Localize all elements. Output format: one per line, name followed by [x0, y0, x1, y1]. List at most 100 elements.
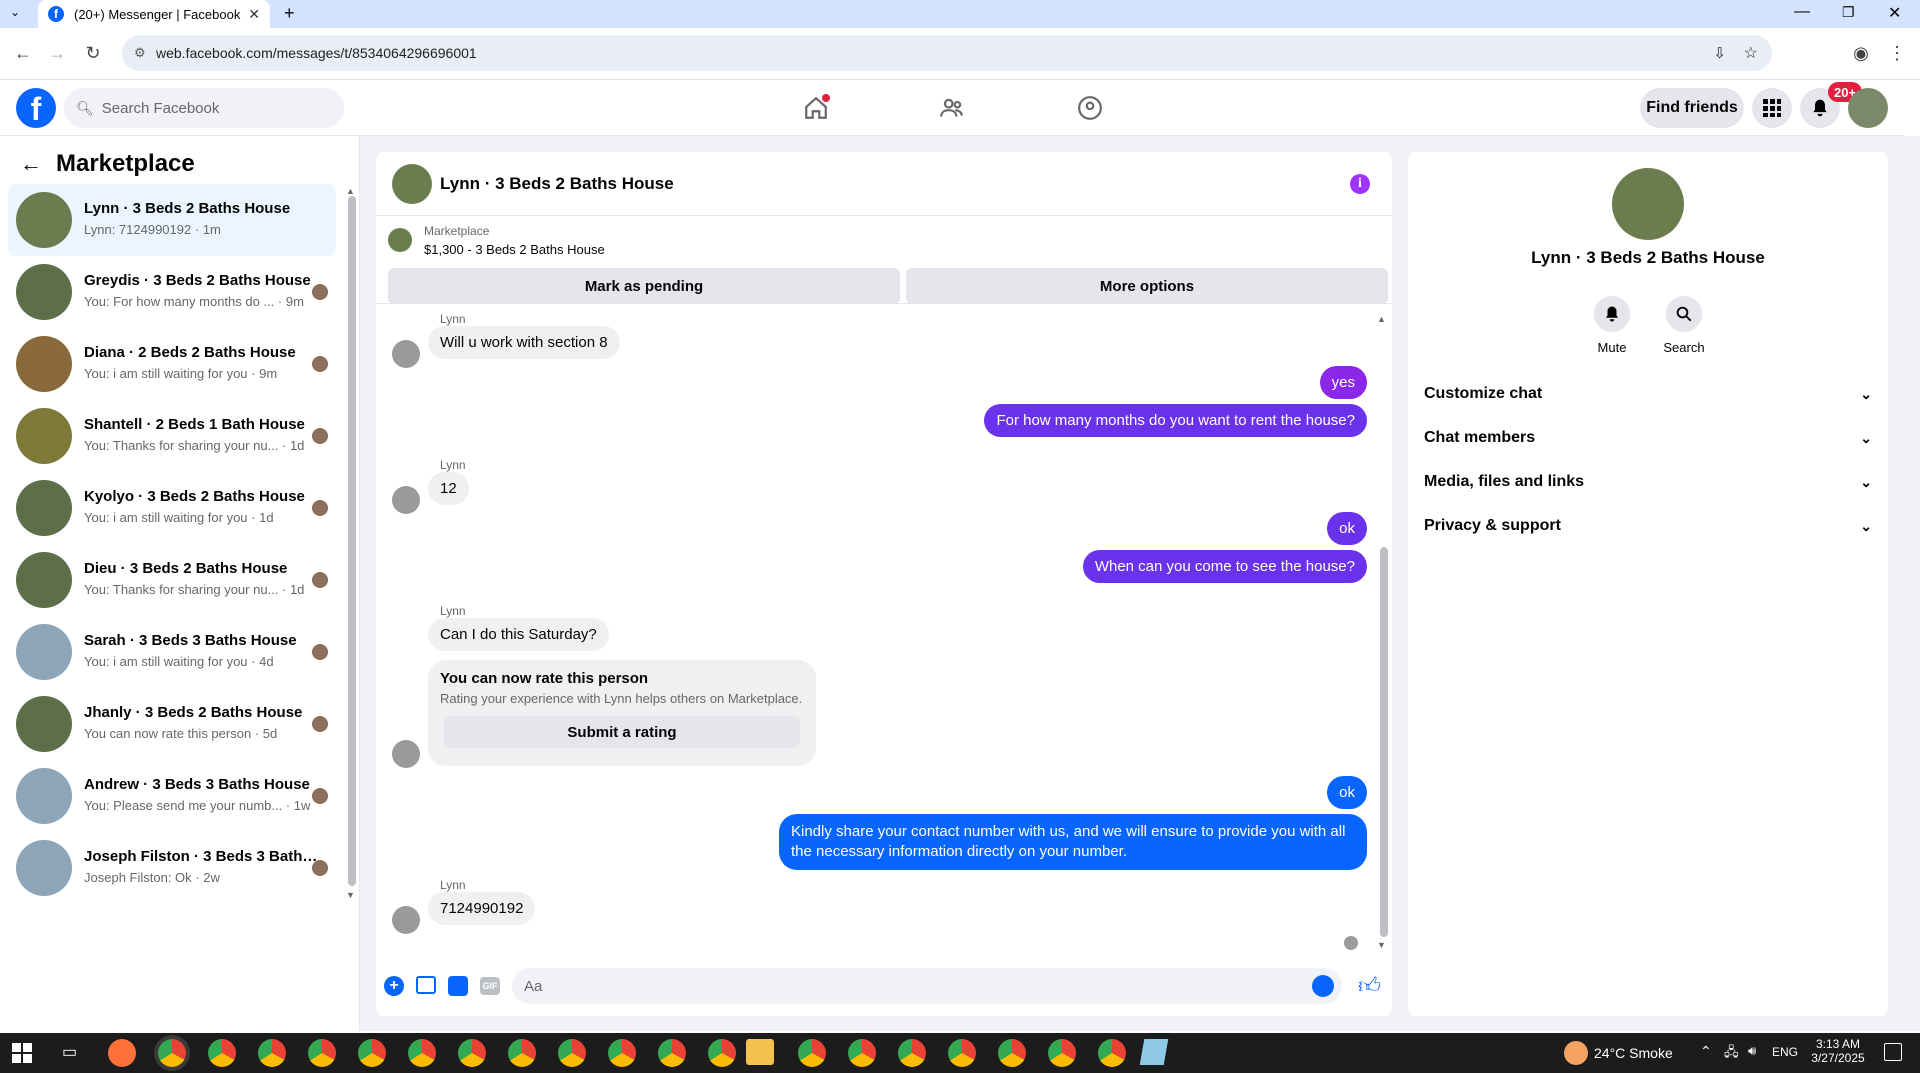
mark-pending-button[interactable]: Mark as pending — [388, 268, 900, 304]
chrome-taskbar-icon[interactable] — [608, 1039, 636, 1067]
incoming-message[interactable]: 7124990192 — [428, 892, 536, 925]
photo-icon[interactable] — [416, 976, 436, 994]
chrome-taskbar-icon[interactable] — [458, 1039, 486, 1067]
conversation-item[interactable]: Kyolyo · 3 Beds 2 Baths House You: i am s… — [8, 472, 336, 544]
weather-text[interactable]: 24°C Smoke — [1594, 1045, 1673, 1061]
conversation-item[interactable]: Greydis · 3 Beds 2 Baths House You: For h… — [8, 256, 336, 328]
more-options-button[interactable]: More options — [906, 268, 1388, 304]
profile-icon[interactable]: ◉ — [1848, 40, 1874, 66]
chrome-taskbar-icon[interactable] — [208, 1039, 236, 1067]
chrome-taskbar-icon[interactable] — [308, 1039, 336, 1067]
chat-members-section[interactable]: Chat members ⌄ — [1424, 416, 1872, 460]
bookmark-star-icon[interactable]: ☆ — [1744, 43, 1758, 63]
home-icon[interactable] — [796, 88, 836, 128]
install-icon[interactable]: ⇩ — [1713, 44, 1726, 62]
mute-button[interactable]: Mute — [1576, 296, 1648, 355]
scroll-up-icon[interactable]: ▲ — [1377, 314, 1386, 324]
tab-list-icon[interactable]: ⌄ — [10, 5, 20, 19]
new-tab-icon[interactable]: + — [284, 3, 295, 24]
task-view-icon[interactable]: ▭ — [62, 1042, 77, 1062]
chrome-taskbar-icon[interactable] — [848, 1039, 876, 1067]
message-input[interactable]: Aa — [512, 968, 1342, 1004]
account-avatar[interactable] — [1848, 88, 1888, 128]
sender-avatar[interactable] — [392, 486, 420, 514]
outgoing-message[interactable]: ok — [1327, 776, 1367, 809]
scroll-down-icon[interactable]: ▼ — [346, 890, 355, 900]
file-explorer-icon[interactable] — [746, 1039, 774, 1065]
sender-avatar[interactable] — [392, 340, 420, 368]
conversation-item[interactable]: Dieu · 3 Beds 2 Baths House You: Thanks f… — [8, 544, 336, 616]
conversation-item[interactable]: Jhanly · 3 Beds 2 Baths House You can now… — [8, 688, 336, 760]
sender-avatar[interactable] — [392, 906, 420, 934]
scroll-up-icon[interactable]: ▲ — [346, 186, 355, 196]
outgoing-message[interactable]: Kindly share your contact number with us… — [779, 814, 1367, 870]
chrome-taskbar-icon[interactable] — [798, 1039, 826, 1067]
outgoing-message[interactable]: yes — [1319, 366, 1367, 399]
site-info-icon[interactable]: ⚙ — [134, 45, 146, 61]
network-icon[interactable]: 🖧 — [1724, 1043, 1739, 1065]
chrome-taskbar-icon[interactable] — [948, 1039, 976, 1067]
conversation-item[interactable]: Andrew · 3 Beds 3 Baths House You: Please… — [8, 760, 336, 832]
conversation-item[interactable]: Shantell · 2 Beds 1 Bath House You: Thank… — [8, 400, 336, 472]
browser-menu-icon[interactable]: ⋮ — [1884, 40, 1910, 66]
chrome-taskbar-icon[interactable] — [998, 1039, 1026, 1067]
clock[interactable]: 3:13 AM 3/27/2025 — [1808, 1037, 1868, 1065]
incoming-message[interactable]: 12 — [428, 472, 469, 505]
close-tab-icon[interactable]: ✕ — [248, 6, 260, 23]
thumbs-up-icon[interactable]: 👍︎ — [1358, 972, 1381, 999]
groups-icon[interactable] — [1070, 88, 1110, 128]
search-chat-button[interactable]: Search — [1648, 296, 1720, 355]
restore-icon[interactable]: ❐ — [1842, 4, 1855, 21]
privacy-support-section[interactable]: Privacy & support ⌄ — [1424, 504, 1872, 548]
chrome-taskbar-icon[interactable] — [898, 1039, 926, 1067]
details-avatar[interactable] — [1612, 168, 1684, 240]
chrome-taskbar-icon[interactable] — [358, 1039, 386, 1067]
emoji-icon[interactable] — [1312, 975, 1334, 997]
customize-chat-section[interactable]: Customize chat ⌄ — [1424, 372, 1872, 416]
sidebar-scrollbar[interactable] — [348, 196, 356, 886]
listing-thumb[interactable] — [388, 228, 412, 252]
gif-icon[interactable]: GIF — [480, 977, 500, 995]
notification-center-icon[interactable] — [1884, 1043, 1902, 1061]
conversation-item[interactable]: Lynn · 3 Beds 2 Baths House Lynn: 7124990… — [8, 184, 336, 256]
facebook-logo[interactable]: f — [16, 88, 56, 128]
notes-app-icon[interactable] — [1139, 1039, 1169, 1065]
plus-icon[interactable]: + — [384, 976, 404, 996]
tray-chevron-icon[interactable]: ⌃ — [1700, 1043, 1712, 1060]
chrome-taskbar-icon[interactable] — [708, 1039, 736, 1067]
chrome-taskbar-icon[interactable] — [1098, 1039, 1126, 1067]
submit-rating-button[interactable]: Submit a rating — [444, 716, 800, 748]
back-arrow-icon[interactable]: ← — [20, 151, 42, 177]
outgoing-message[interactable]: ok — [1327, 512, 1367, 545]
incoming-message[interactable]: Will u work with section 8 — [428, 326, 620, 359]
chat-title[interactable]: Lynn · 3 Beds 2 Baths House — [440, 174, 674, 194]
conversation-item[interactable]: Sarah · 3 Beds 3 Baths House You: i am st… — [8, 616, 336, 688]
chat-avatar[interactable] — [392, 164, 432, 204]
minimize-icon[interactable]: — — [1794, 3, 1810, 21]
chrome-taskbar-icon[interactable] — [508, 1039, 536, 1067]
listing-title[interactable]: $1,300 - 3 Beds 2 Baths House — [424, 242, 605, 257]
chat-scrollbar[interactable] — [1380, 547, 1388, 937]
sticker-icon[interactable] — [448, 976, 468, 996]
reload-icon[interactable]: ↻ — [80, 40, 106, 66]
browser-tab[interactable]: f (20+) Messenger | Facebook ✕ — [38, 0, 270, 28]
close-window-icon[interactable]: ✕ — [1888, 3, 1901, 23]
forward-icon[interactable]: → — [44, 40, 70, 66]
chrome-taskbar-icon[interactable] — [258, 1039, 286, 1067]
incoming-message[interactable]: Can I do this Saturday? — [428, 618, 609, 651]
chrome-taskbar-icon[interactable] — [158, 1039, 186, 1067]
friends-icon[interactable] — [932, 88, 972, 128]
info-icon[interactable]: i — [1350, 174, 1370, 194]
volume-icon[interactable]: 🔊︎ — [1748, 1043, 1756, 1059]
find-friends-button[interactable]: Find friends — [1640, 88, 1744, 128]
chrome-taskbar-icon[interactable] — [558, 1039, 586, 1067]
search-input[interactable]: 🔍︎ Search Facebook — [64, 88, 344, 128]
address-bar[interactable]: ⚙ web.facebook.com/messages/t/8534064296… — [122, 35, 1772, 71]
back-icon[interactable]: ← — [10, 40, 36, 66]
outgoing-message[interactable]: When can you come to see the house? — [1082, 550, 1367, 583]
conversation-item[interactable]: Joseph Filston · 3 Beds 3 Baths ... Josep… — [8, 832, 336, 904]
language-indicator[interactable]: ENG — [1772, 1045, 1798, 1059]
chrome-taskbar-icon[interactable] — [408, 1039, 436, 1067]
outgoing-message[interactable]: For how many months do you want to rent … — [984, 404, 1367, 437]
sender-avatar[interactable] — [392, 740, 420, 768]
